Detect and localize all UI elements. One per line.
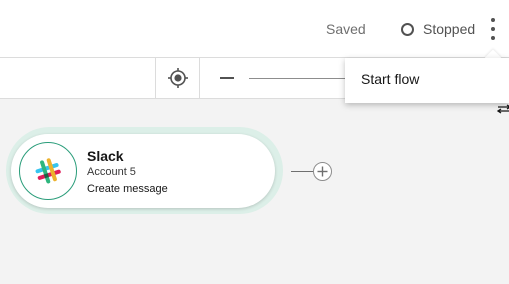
- resize-cursor-icon: [497, 104, 509, 114]
- plus-icon: [317, 166, 328, 177]
- node-account: Account 5: [87, 166, 136, 178]
- circle-outline-icon: [401, 22, 414, 36]
- overflow-menu-vertical-icon[interactable]: [483, 16, 503, 42]
- minus-icon: [220, 77, 234, 79]
- zoom-out-button[interactable]: [216, 68, 238, 88]
- overflow-menu: Start flow: [345, 58, 509, 103]
- zoom-slider[interactable]: [249, 78, 349, 79]
- status-label: Stopped: [423, 21, 476, 37]
- node-connector: [291, 171, 314, 172]
- menu-item-start-flow[interactable]: Start flow: [361, 71, 419, 87]
- slack-logo-icon: [19, 142, 77, 200]
- locate-icon: [167, 68, 188, 88]
- add-node-button[interactable]: [313, 162, 332, 181]
- save-status-label: Saved: [326, 21, 366, 37]
- flow-header: Saved Stopped: [0, 0, 509, 58]
- flow-run-status: Stopped: [401, 19, 475, 39]
- node-app-name: Slack: [87, 148, 124, 164]
- locate-button[interactable]: [155, 58, 200, 98]
- node-action: Create message: [87, 183, 168, 195]
